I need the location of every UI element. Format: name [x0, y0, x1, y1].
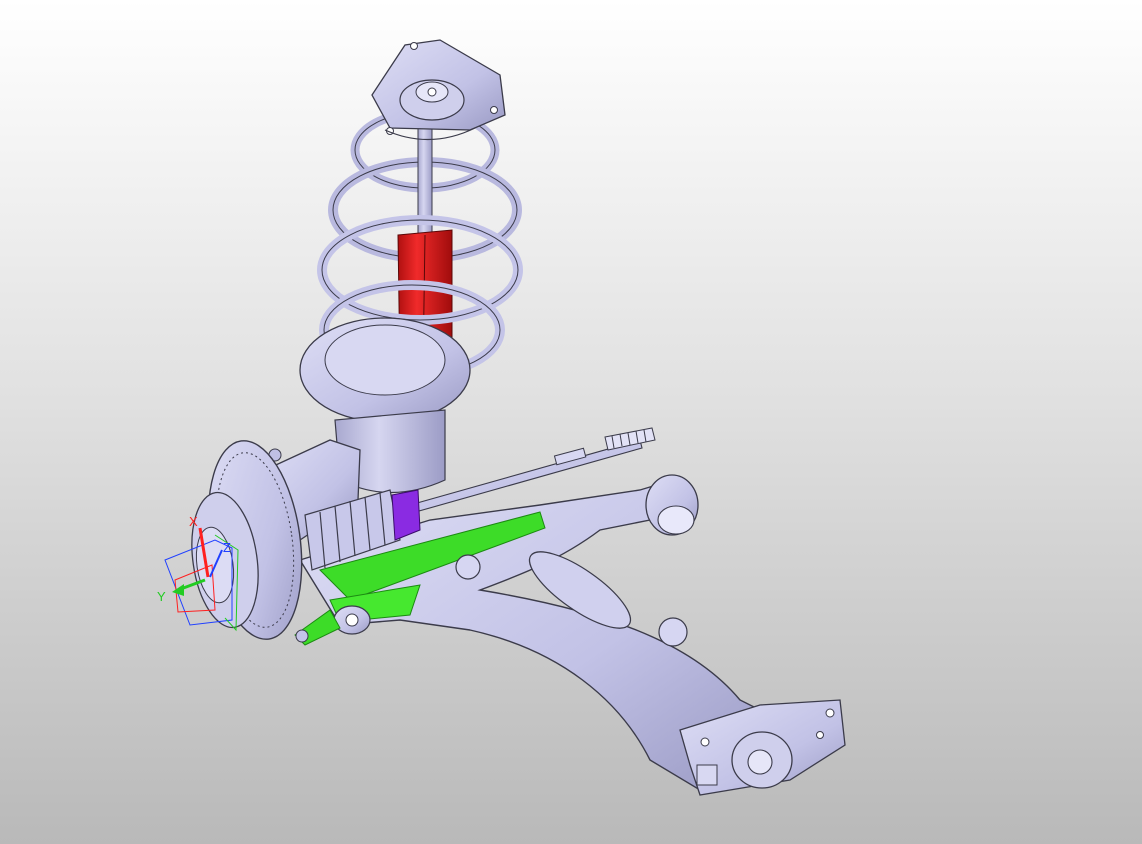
control-arm-hole — [658, 617, 688, 647]
triad-x-label: X — [189, 514, 198, 529]
front-bushing — [645, 474, 699, 536]
triad-y-label: Y — [157, 589, 166, 604]
cad-3d-viewport[interactable]: X Y Z — [0, 0, 1142, 844]
control-arm-hole — [455, 554, 481, 580]
suspension-assembly-model[interactable]: X Y Z — [0, 0, 1142, 844]
triad-z-label: Z — [223, 540, 231, 555]
